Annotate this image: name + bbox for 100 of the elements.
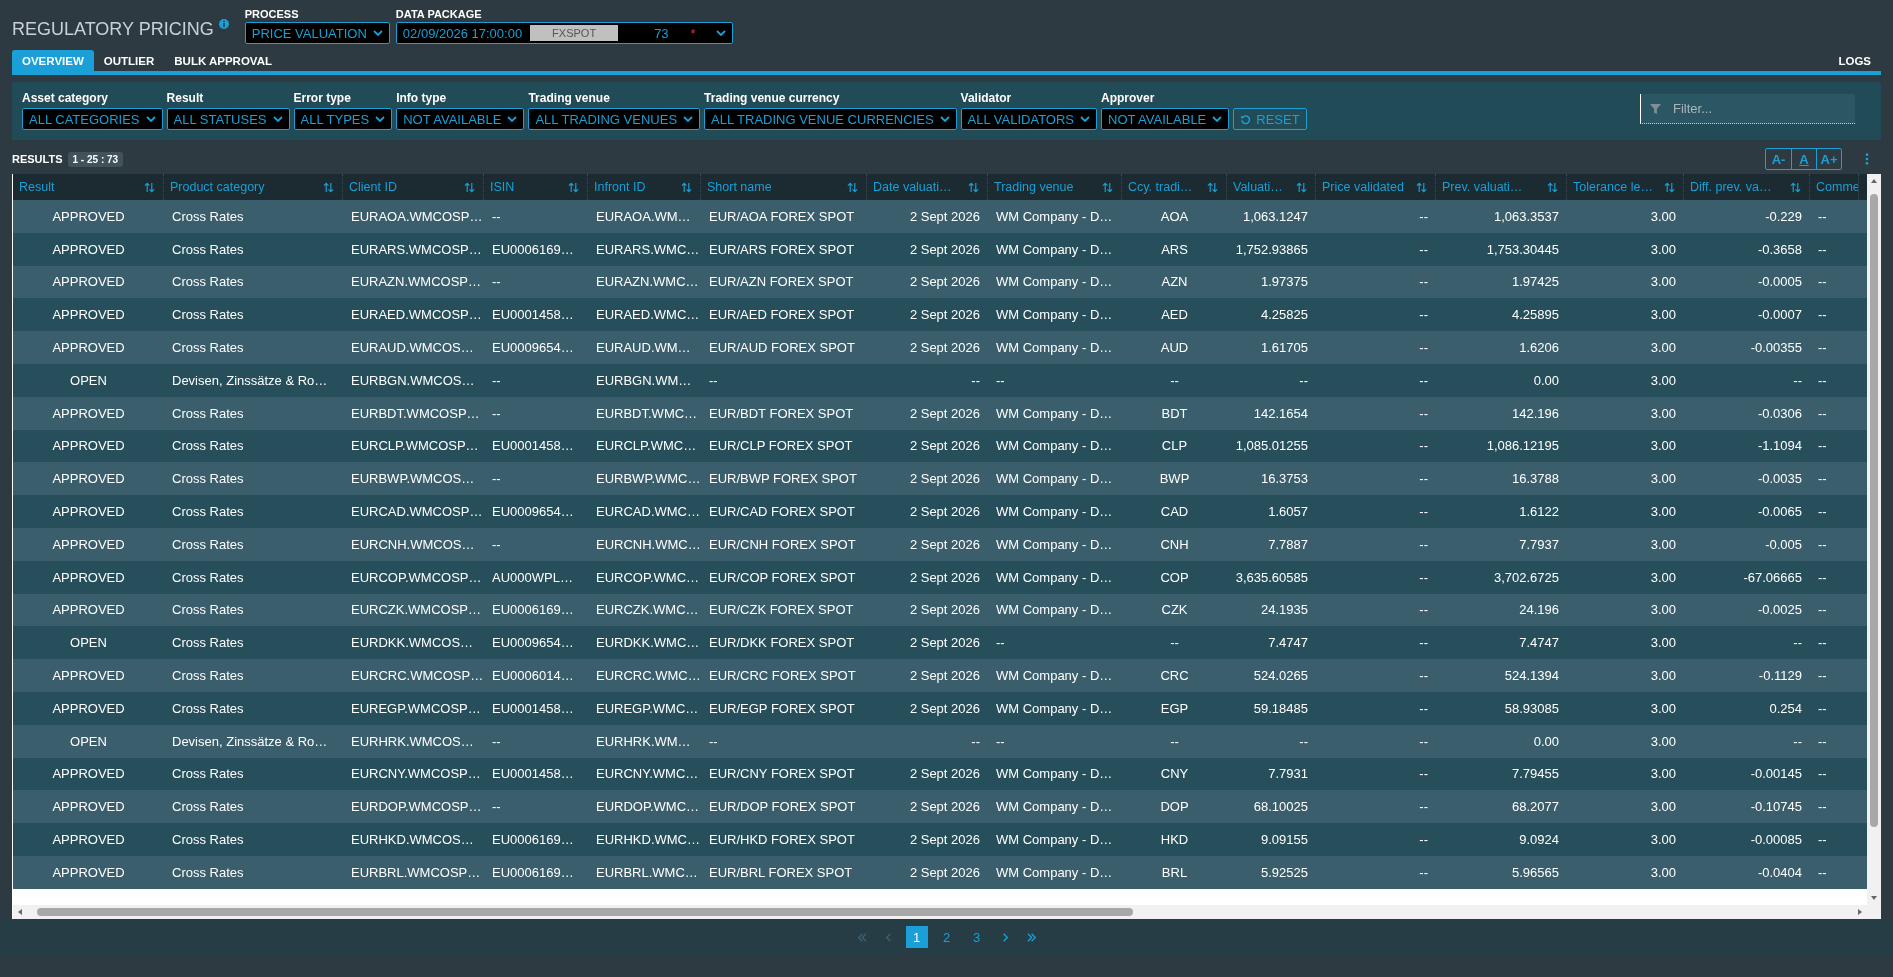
table-cell-text: APPROVED xyxy=(51,503,126,522)
process-dropdown[interactable]: PRICE VALUATION xyxy=(244,22,390,44)
font-size-button[interactable]: A- xyxy=(1766,149,1791,169)
table-cell-text: 142.1654 xyxy=(1252,404,1309,423)
table-cell-text: DOP xyxy=(1159,798,1190,817)
table-cell-text: 3.00 xyxy=(1649,535,1677,554)
chevron-down-icon xyxy=(683,116,694,122)
sort-icon[interactable] xyxy=(968,181,979,193)
table-cell-text: -- xyxy=(1792,634,1803,653)
page-button[interactable]: 1 xyxy=(905,926,928,948)
table-cell-text: 68.10025 xyxy=(1252,798,1309,817)
filter-dropdown[interactable]: ALL VALIDATORS xyxy=(960,108,1097,130)
sort-icon[interactable] xyxy=(568,181,579,193)
sort-icon[interactable] xyxy=(681,181,692,193)
table-cell-text: EURDOP.WMC… xyxy=(595,798,701,817)
sort-icon[interactable] xyxy=(1296,181,1307,193)
table-cell-text: -- xyxy=(1418,371,1429,390)
table-cell-text: 1.6206 xyxy=(1518,339,1560,358)
table-cell-text: Cross Rates xyxy=(171,503,245,522)
logs-tab[interactable]: LOGS xyxy=(1828,50,1881,71)
filter-dropdown[interactable]: ALL STATUSES xyxy=(166,108,290,130)
table-cell-text: 3.00 xyxy=(1649,503,1677,522)
table-cell-text: -- xyxy=(995,732,1006,751)
table-cell-text: -- xyxy=(491,798,502,817)
chevron-down-icon xyxy=(372,30,383,36)
sort-icon[interactable] xyxy=(1790,181,1801,193)
sort-icon[interactable] xyxy=(1416,181,1427,193)
table-cell-text: -- xyxy=(1169,732,1180,751)
table-cell-text: EUREGP.WMC… xyxy=(595,699,700,718)
table-cell-text: WM Company - D… xyxy=(995,568,1114,587)
table-cell-text: EURCOP.WMC… xyxy=(595,568,701,587)
page-button[interactable]: 3 xyxy=(965,926,988,948)
table-cell-text: EURBWP.WMCOS… xyxy=(350,470,476,489)
table-cell-text: 4.25895 xyxy=(1511,306,1560,325)
table-cell-text: EURCAD.WMCOSP… xyxy=(350,503,484,522)
filter-dropdown[interactable]: NOT AVAILABLE xyxy=(1101,108,1230,130)
table-cell-text: WM Company - D… xyxy=(995,765,1114,784)
table-cell-text: WM Company - D… xyxy=(995,601,1114,620)
chevron-down-icon xyxy=(272,116,283,122)
table-cell-text: 2 Sept 2026 xyxy=(908,601,981,620)
table-cell-text: EURCNY.WMCOSP… xyxy=(350,765,482,784)
tab[interactable]: BULK APPROVAL xyxy=(164,50,282,71)
tab[interactable]: OUTLIER xyxy=(93,50,165,71)
filter-dropdown[interactable]: NOT AVAILABLE xyxy=(396,108,525,130)
sort-icon[interactable] xyxy=(1547,181,1558,193)
table-cell-text: EUR/AUD FOREX SPOT xyxy=(708,339,856,358)
package-date: 02/09/2026 17:00:00 xyxy=(402,25,523,41)
more-menu-icon[interactable] xyxy=(1865,153,1869,165)
table-cell-text: 2 Sept 2026 xyxy=(908,437,981,456)
sort-icon[interactable] xyxy=(323,181,334,193)
table-cell-text: -- xyxy=(1169,371,1180,390)
scrollbar-thumb[interactable] xyxy=(1870,194,1878,827)
table-cell-text: -- xyxy=(491,404,502,423)
font-size-button[interactable]: A+ xyxy=(1816,149,1841,169)
scroll-down-icon[interactable] xyxy=(1871,895,1877,901)
data-package-dropdown[interactable]: 02/09/2026 17:00:00 FXSPOT 73 * xyxy=(395,22,733,44)
table-cell-text: EUR/CRC FOREX SPOT xyxy=(708,667,857,686)
sort-icon[interactable] xyxy=(1664,181,1675,193)
table-cell-text: EUR/HKD FOREX SPOT xyxy=(708,831,856,850)
table-cell-text: 2 Sept 2026 xyxy=(908,568,981,587)
scroll-left-icon[interactable] xyxy=(17,909,23,915)
table-cell-text: 2 Sept 2026 xyxy=(908,339,981,358)
sort-icon[interactable] xyxy=(1102,181,1113,193)
reset-button[interactable]: RESET xyxy=(1233,108,1307,130)
info-icon[interactable] xyxy=(218,19,229,29)
sort-icon[interactable] xyxy=(1207,181,1218,193)
table-cell-text: Cross Rates xyxy=(171,667,245,686)
scroll-up-icon[interactable] xyxy=(1871,178,1877,184)
table-cell-text: 16.3753 xyxy=(1260,470,1309,489)
scroll-right-icon[interactable] xyxy=(1857,909,1863,915)
table-cell-text: APPROVED xyxy=(51,535,126,554)
sort-icon[interactable] xyxy=(144,181,155,193)
table-cell-text: -0.0005 xyxy=(1756,273,1803,292)
table-cell-text: EU0006169… xyxy=(491,240,575,259)
table-cell-text: 1,085.01255 xyxy=(1234,437,1309,456)
table-cell-text: -0.005 xyxy=(1764,535,1803,554)
sort-icon[interactable] xyxy=(847,181,858,193)
table-cell-text: APPROVED xyxy=(51,240,126,259)
filter-label: Validator xyxy=(960,91,1013,105)
horizontal-scrollbar[interactable] xyxy=(13,905,1867,919)
table-cell-text: 3.00 xyxy=(1649,240,1677,259)
page-button[interactable]: 2 xyxy=(935,926,958,948)
filter-dropdown[interactable]: ALL TRADING VENUES xyxy=(528,108,701,130)
vertical-scrollbar[interactable] xyxy=(1867,174,1881,919)
table-cell-text: EURCAD.WMC… xyxy=(595,503,701,522)
sort-icon[interactable] xyxy=(464,181,475,193)
table-cell-text: APPROVED xyxy=(51,273,126,292)
table-cell-text: -- xyxy=(970,732,981,751)
scrollbar-thumb[interactable] xyxy=(37,908,1133,916)
table-cell-text: -- xyxy=(1817,699,1828,718)
table-cell-text: EU0009654… xyxy=(491,634,575,653)
table-cell-text: 0.254 xyxy=(1768,699,1803,718)
filter-dropdown[interactable]: ALL CATEGORIES xyxy=(22,108,163,130)
filter-field[interactable]: Filter... xyxy=(1640,94,1855,124)
filter-dropdown[interactable]: ALL TYPES xyxy=(293,108,393,130)
tab[interactable]: OVERVIEW xyxy=(12,50,94,71)
table-cell-text: WM Company - D… xyxy=(995,831,1114,850)
filter-dropdown[interactable]: ALL TRADING VENUE CURRENCIES xyxy=(704,108,957,130)
table-cell-text: 5.96565 xyxy=(1511,863,1560,882)
font-size-button[interactable]: A xyxy=(1791,149,1816,169)
